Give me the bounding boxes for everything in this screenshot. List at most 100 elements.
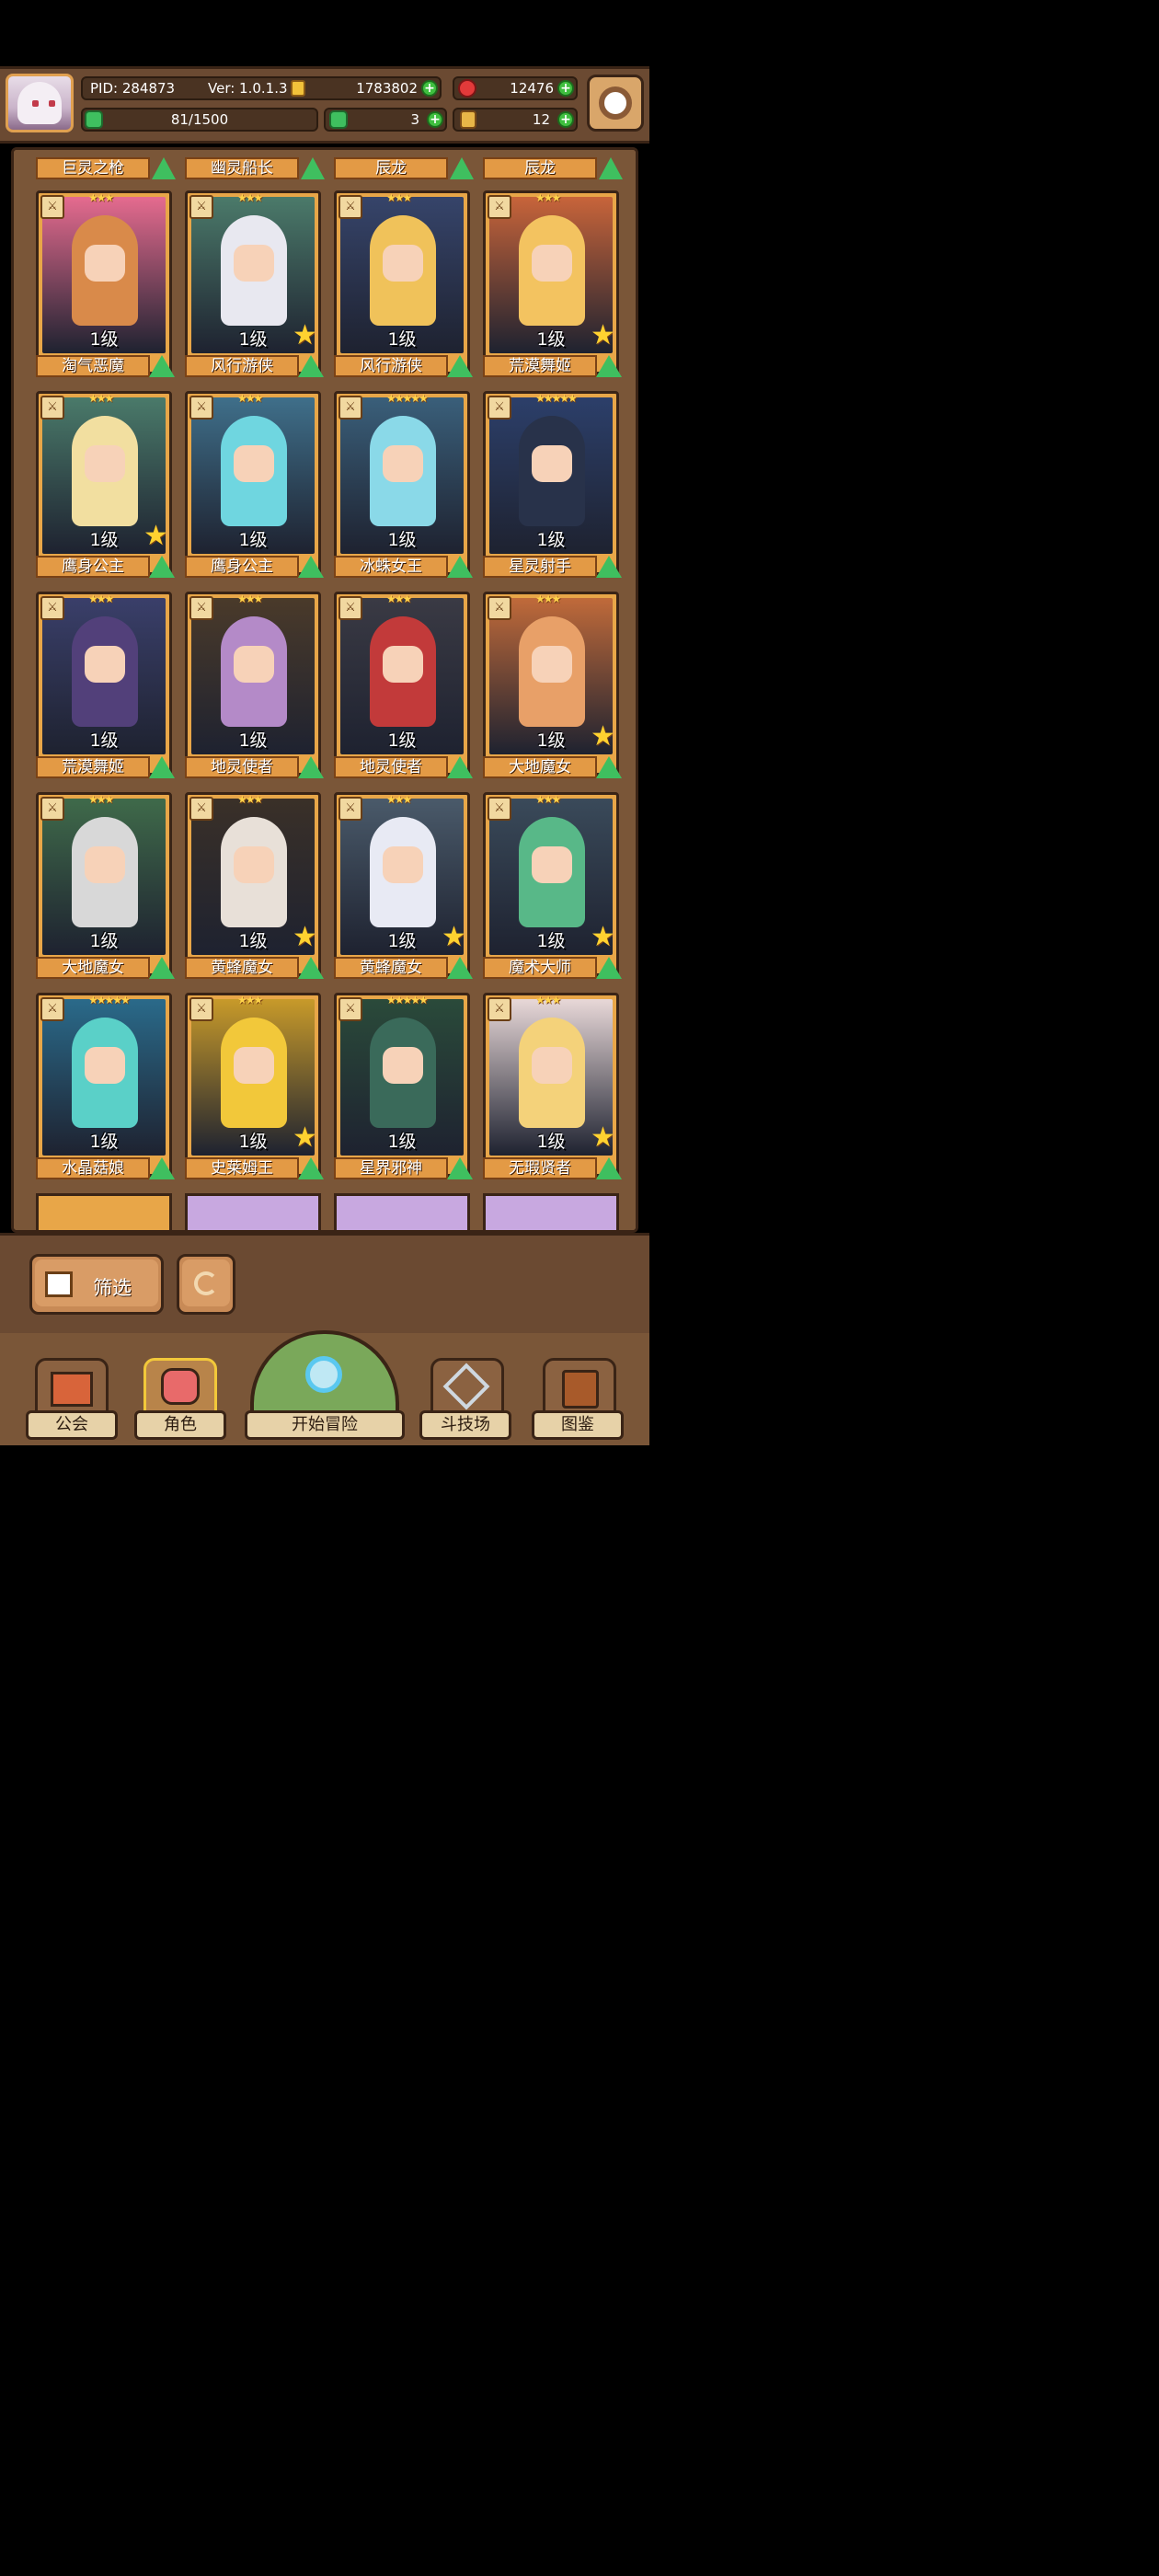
nav-arena-label: 斗技场 <box>419 1410 511 1440</box>
favorite-star-icon[interactable]: ★ <box>293 924 315 951</box>
upgrade-arrow-icon[interactable] <box>298 556 324 578</box>
upgrade-arrow-icon[interactable] <box>149 355 175 377</box>
upgrade-arrow-icon[interactable] <box>596 957 622 979</box>
upgrade-arrow-icon[interactable] <box>298 957 324 979</box>
upgrade-arrow-icon[interactable] <box>447 756 473 778</box>
upgrade-arrow-icon[interactable] <box>149 556 175 578</box>
upgrade-arrow-icon[interactable] <box>152 157 176 179</box>
upgrade-arrow-icon[interactable] <box>447 1157 473 1179</box>
character-card[interactable]: 1级★⚔ ★★★ 魔术大师 <box>483 792 622 979</box>
partial-card-name: 辰龙 <box>334 157 448 179</box>
upgrade-arrow-icon[interactable] <box>447 556 473 578</box>
character-card[interactable]: 1级 ⚔ ★★★★★ 冰蛛女王 <box>334 391 473 578</box>
character-card[interactable]: 1级 ⚔ ★★★★★ 星界邪神 <box>334 993 473 1179</box>
character-name: 史莱姆王 <box>185 1157 299 1179</box>
character-name: 黄蜂魔女 <box>185 957 299 979</box>
character-card[interactable]: 1级★⚔ ★★★ 无瑕贤者 <box>483 993 622 1179</box>
character-level: 1级 <box>536 530 566 550</box>
upgrade-arrow-icon[interactable] <box>298 756 324 778</box>
partial-card[interactable] <box>483 1193 619 1230</box>
class-badge-icon: ⚔ <box>488 596 511 620</box>
favorite-star-icon[interactable]: ★ <box>591 723 613 751</box>
rarity-stars: ★★★ <box>535 592 561 605</box>
character-portrait: 1级 <box>191 397 315 554</box>
crossed-swords-icon <box>442 1363 490 1410</box>
partial-card[interactable] <box>185 1193 321 1230</box>
upgrade-arrow-icon[interactable] <box>599 157 623 179</box>
reset-button[interactable] <box>177 1254 235 1315</box>
character-card[interactable]: 1级★⚔ ★★★ 风行游侠 <box>185 190 324 377</box>
character-name: 黄蜂魔女 <box>334 957 448 979</box>
character-card[interactable]: 1级★⚔ ★★★ 荒漠舞姬 <box>483 190 622 377</box>
character-card[interactable]: 1级 ⚔ ★★★ 鹰身公主 <box>185 391 324 578</box>
character-card[interactable]: 1级★⚔ ★★★ 大地魔女 <box>483 592 622 778</box>
character-name: 鹰身公主 <box>185 556 299 578</box>
key-ticket-icon <box>460 110 476 129</box>
upgrade-arrow-icon[interactable] <box>450 157 474 179</box>
favorite-star-icon[interactable]: ★ <box>591 1124 613 1152</box>
partial-card[interactable] <box>36 1193 172 1230</box>
character-name: 地灵使者 <box>334 756 448 778</box>
character-portrait: 1级★ <box>340 799 464 955</box>
character-name: 魔术大师 <box>483 957 597 979</box>
character-card[interactable]: 1级 ⚔ ★★★ 地灵使者 <box>185 592 324 778</box>
add-ticket-button[interactable]: + <box>557 111 574 128</box>
partial-card[interactable] <box>334 1193 470 1230</box>
class-badge-icon: ⚔ <box>488 195 511 219</box>
upgrade-arrow-icon[interactable] <box>447 957 473 979</box>
add-gold-button[interactable]: + <box>421 80 438 97</box>
clover-token-icon <box>329 110 348 129</box>
nav-adventure-label: 开始冒险 <box>245 1410 405 1440</box>
favorite-star-icon[interactable]: ★ <box>442 924 464 951</box>
character-card[interactable]: 1级 ⚔ ★★★★★ 星灵射手 <box>483 391 622 578</box>
rarity-stars: ★★★★★ <box>88 994 131 1006</box>
upgrade-arrow-icon[interactable] <box>596 355 622 377</box>
upgrade-arrow-icon[interactable] <box>301 157 325 179</box>
ticket-amount: 12 <box>532 111 550 128</box>
upgrade-arrow-icon[interactable] <box>447 355 473 377</box>
favorite-star-icon[interactable]: ★ <box>293 322 315 350</box>
rarity-stars: ★★★ <box>88 793 114 806</box>
rarity-stars: ★★★★★ <box>386 994 429 1006</box>
add-clover-button[interactable]: + <box>427 111 443 128</box>
add-gems-button[interactable]: + <box>557 80 574 97</box>
character-card[interactable]: 1级 ⚔ ★★★ 淘气恶魔 <box>36 190 175 377</box>
favorite-star-icon[interactable]: ★ <box>591 322 613 350</box>
upgrade-arrow-icon[interactable] <box>149 756 175 778</box>
upgrade-arrow-icon[interactable] <box>298 355 324 377</box>
character-portrait: 1级 <box>42 197 166 353</box>
character-card[interactable]: 1级 ⚔ ★★★ 地灵使者 <box>334 592 473 778</box>
character-card[interactable]: 1级★⚔ ★★★ 史莱姆王 <box>185 993 324 1179</box>
character-portrait: 1级 <box>489 397 613 554</box>
settings-gear-icon[interactable] <box>587 75 644 132</box>
upgrade-arrow-icon[interactable] <box>596 556 622 578</box>
character-card[interactable]: 1级 ⚔ ★★★★★ 水晶菇娘 <box>36 993 175 1179</box>
favorite-star-icon[interactable]: ★ <box>143 523 166 550</box>
upgrade-arrow-icon[interactable] <box>596 756 622 778</box>
filter-button[interactable]: 筛选 <box>29 1254 164 1315</box>
upgrade-arrow-icon[interactable] <box>298 1157 324 1179</box>
character-portrait: 1级★ <box>489 197 613 353</box>
player-avatar[interactable] <box>6 74 74 132</box>
upgrade-arrow-icon[interactable] <box>596 1157 622 1179</box>
character-portrait: 1级 <box>340 397 464 554</box>
favorite-star-icon[interactable]: ★ <box>591 924 613 951</box>
character-name: 星灵射手 <box>483 556 597 578</box>
character-card[interactable]: 1级★⚔ ★★★ 黄蜂魔女 <box>185 792 324 979</box>
character-card[interactable]: 1级 ⚔ ★★★ 荒漠舞姬 <box>36 592 175 778</box>
character-card[interactable]: 1级★⚔ ★★★ 黄蜂魔女 <box>334 792 473 979</box>
exp-pill: 81/1500 <box>81 108 318 132</box>
rarity-stars: ★★★ <box>535 793 561 806</box>
rarity-stars: ★★★ <box>237 592 263 605</box>
upgrade-arrow-icon[interactable] <box>149 1157 175 1179</box>
nav-character-label: 角色 <box>134 1410 226 1440</box>
character-card[interactable]: 1级 ⚔ ★★★ 风行游侠 <box>334 190 473 377</box>
character-name: 水晶菇娘 <box>36 1157 150 1179</box>
character-card[interactable]: 1级 ⚔ ★★★ 大地魔女 <box>36 792 175 979</box>
upgrade-arrow-icon[interactable] <box>149 957 175 979</box>
character-name: 荒漠舞姬 <box>483 355 597 377</box>
favorite-star-icon[interactable]: ★ <box>293 1124 315 1152</box>
character-card[interactable]: 1级★⚔ ★★★ 鹰身公主 <box>36 391 175 578</box>
refresh-icon <box>194 1271 218 1295</box>
character-level: 1级 <box>89 1132 119 1152</box>
